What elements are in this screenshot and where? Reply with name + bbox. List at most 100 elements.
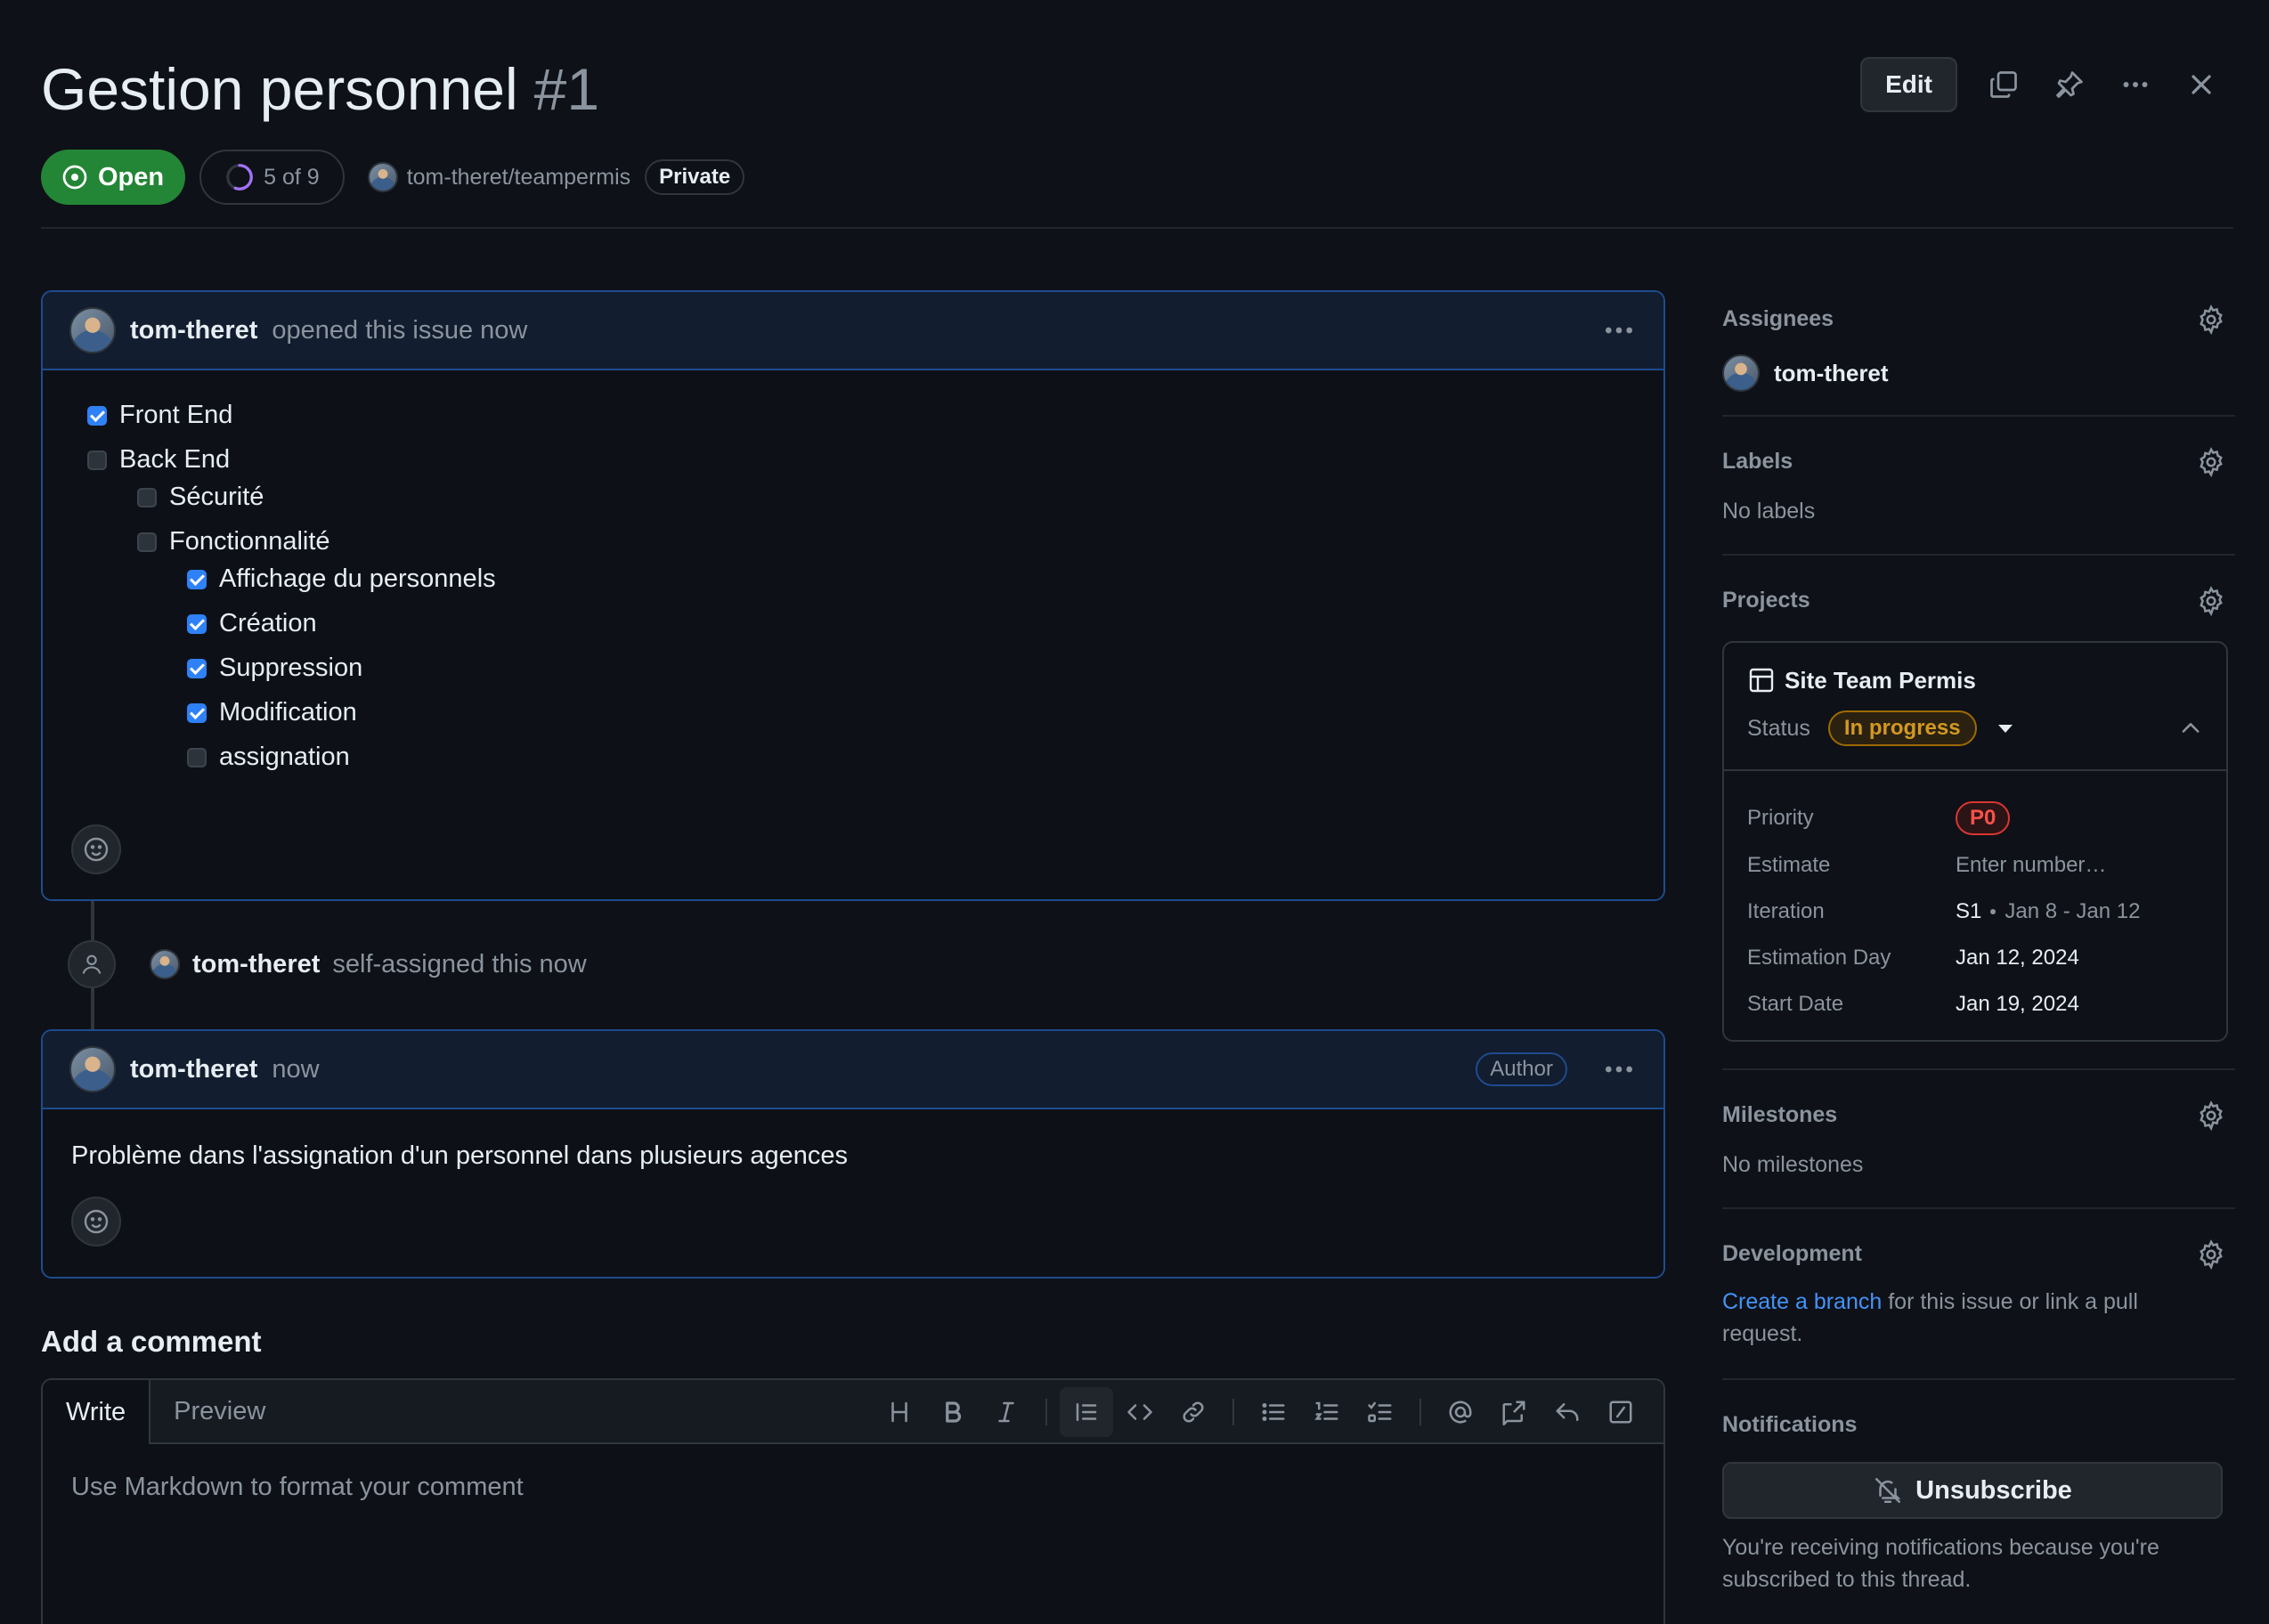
gear-icon[interactable] (2196, 586, 2226, 616)
mention-icon[interactable] (1434, 1387, 1487, 1437)
project-link[interactable]: Site Team Permis (1747, 666, 1976, 694)
chevron-up-icon[interactable] (2178, 716, 2203, 741)
add-reaction-button[interactable] (71, 824, 121, 874)
sidebar-divider (1722, 1378, 2235, 1380)
avatar[interactable] (69, 307, 116, 353)
labels-heading[interactable]: Labels (1722, 449, 1793, 475)
status-label: Status (1747, 715, 1810, 741)
estimate-input[interactable]: Enter number… (1956, 853, 2106, 878)
milestones-empty: No milestones (1722, 1152, 1864, 1177)
comment-menu-icon[interactable] (1601, 313, 1637, 348)
tab-write[interactable]: Write (43, 1380, 151, 1444)
close-icon[interactable] (2182, 65, 2221, 104)
markdown-toolbar (873, 1387, 1647, 1437)
iteration-name: S1 (1956, 899, 1982, 923)
gear-icon[interactable] (2196, 304, 2226, 335)
avatar[interactable] (69, 1046, 116, 1092)
gear-icon[interactable] (2196, 447, 2226, 477)
sidebar-divider (1722, 554, 2235, 556)
edit-button[interactable]: Edit (1860, 57, 1957, 112)
tab-preview[interactable]: Preview (150, 1380, 289, 1442)
issue-body-comment: tom-theret opened this issue now Front E… (41, 290, 1665, 901)
gear-icon[interactable] (2196, 1100, 2226, 1131)
issue-number: #1 (533, 56, 600, 122)
task-item: Fonctionnalité (137, 527, 330, 556)
task-label: Front End (119, 401, 233, 429)
person-icon (68, 940, 116, 988)
bullet-list-icon[interactable] (1247, 1387, 1300, 1437)
unsubscribe-button[interactable]: Unsubscribe (1722, 1462, 2223, 1519)
field-estimation-day[interactable]: Estimation Day Jan 12, 2024 (1747, 946, 2079, 970)
field-start-date[interactable]: Start Date Jan 19, 2024 (1747, 992, 2079, 1017)
task-checkbox[interactable] (187, 747, 207, 767)
italic-icon[interactable] (980, 1387, 1033, 1437)
copy-icon[interactable] (1984, 65, 2023, 104)
comment-textarea[interactable] (43, 1446, 1663, 1624)
comment-body: Problème dans l'assignation d'un personn… (43, 1109, 1663, 1277)
comment-menu-icon[interactable] (1601, 1052, 1637, 1087)
task-label: Suppression (219, 654, 363, 682)
field-label: Estimation Day (1747, 946, 1891, 970)
development-heading[interactable]: Development (1722, 1241, 1862, 1267)
subtask-progress[interactable]: 5 of 9 (199, 150, 345, 205)
heading-icon[interactable] (873, 1387, 926, 1437)
reply-icon[interactable] (1541, 1387, 1594, 1437)
start-date-value: Jan 19, 2024 (1956, 992, 2079, 1016)
comment-author[interactable]: tom-theret (130, 1055, 257, 1084)
numbered-list-icon[interactable] (1300, 1387, 1354, 1437)
field-estimate[interactable]: Estimate Enter number… (1747, 853, 2106, 878)
repo-owner-avatar (367, 162, 398, 192)
author-comment: tom-theret now Author Problème dans l'as… (41, 1029, 1665, 1279)
link-icon[interactable] (1167, 1387, 1220, 1437)
task-checkbox[interactable] (87, 450, 107, 470)
gear-icon[interactable] (2196, 1239, 2226, 1270)
assignee-item[interactable]: tom-theret (1722, 354, 1889, 392)
toolbar-divider (1045, 1399, 1047, 1425)
kebab-icon[interactable] (2116, 65, 2155, 104)
project-name: Site Team Permis (1785, 666, 1976, 694)
task-checkbox[interactable] (187, 613, 207, 634)
avatar[interactable] (150, 949, 180, 979)
assignees-heading[interactable]: Assignees (1722, 306, 1834, 332)
repo-link[interactable]: tom-theret/teampermis (367, 162, 630, 192)
field-label: Estimate (1747, 853, 1831, 877)
issue-title-row: Gestion personnel #1 (41, 55, 599, 123)
task-checkbox[interactable] (187, 702, 207, 723)
card-divider (1724, 769, 2226, 771)
slash-command-icon[interactable] (1594, 1387, 1647, 1437)
field-label: Iteration (1747, 899, 1825, 923)
quote-icon[interactable] (1060, 1387, 1113, 1437)
toolbar-divider (1232, 1399, 1234, 1425)
milestones-heading[interactable]: Milestones (1722, 1102, 1837, 1128)
projects-heading[interactable]: Projects (1722, 588, 1810, 613)
comment-author[interactable]: tom-theret (130, 316, 257, 345)
status-badge[interactable]: In progress (1827, 710, 1977, 746)
caret-down-icon[interactable] (1997, 724, 2013, 733)
iteration-range: Jan 8 - Jan 12 (2005, 899, 2141, 923)
notification-reason: You're receiving notifications because y… (1722, 1535, 2159, 1592)
add-comment-heading: Add a comment (41, 1325, 262, 1358)
field-priority[interactable]: Priority P0 (1747, 801, 2011, 835)
task-list-icon[interactable] (1354, 1387, 1407, 1437)
smiley-icon (84, 837, 109, 862)
pin-icon[interactable] (2050, 65, 2089, 104)
bold-icon[interactable] (926, 1387, 980, 1437)
task-checkbox[interactable] (187, 658, 207, 678)
task-label: Back End (119, 445, 231, 474)
sidebar-divider (1722, 415, 2235, 417)
task-checkbox[interactable] (137, 487, 157, 508)
priority-badge: P0 (1956, 801, 2011, 835)
task-checkbox[interactable] (87, 405, 107, 426)
add-reaction-button[interactable] (71, 1197, 121, 1246)
task-checkbox[interactable] (187, 569, 207, 589)
toolbar-divider (1419, 1399, 1421, 1425)
task-checkbox[interactable] (137, 532, 157, 552)
event-author[interactable]: tom-theret (192, 950, 320, 979)
event-action: self-assigned this now (332, 949, 587, 978)
field-iteration[interactable]: Iteration S1 Jan 8 - Jan 12 (1747, 899, 2140, 924)
cross-reference-icon[interactable] (1487, 1387, 1541, 1437)
code-icon[interactable] (1113, 1387, 1167, 1437)
task-label: Affichage du personnels (219, 564, 496, 593)
create-branch-link[interactable]: Create a branch (1722, 1289, 1882, 1314)
iteration-value: S1 Jan 8 - Jan 12 (1956, 899, 2140, 924)
